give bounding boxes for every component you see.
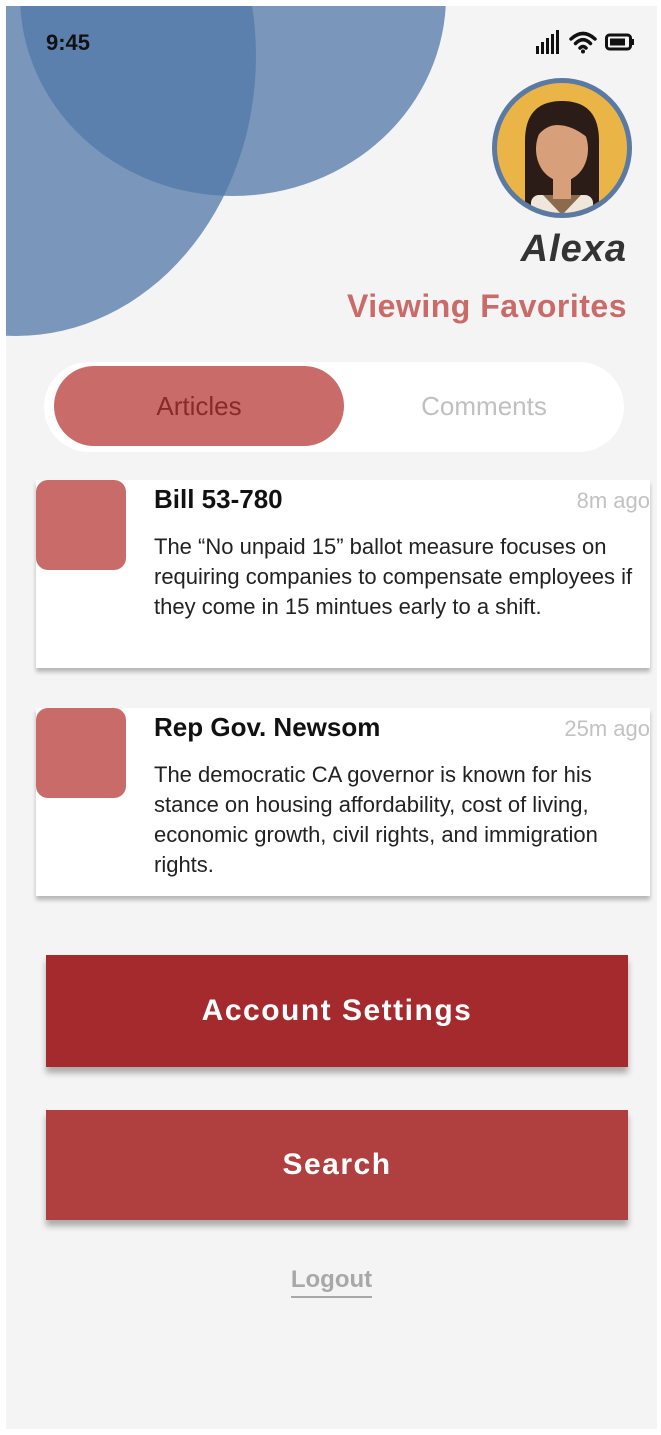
search-button[interactable]: Search bbox=[46, 1110, 628, 1220]
wifi-icon bbox=[569, 31, 597, 54]
content-toggle: Articles Comments bbox=[44, 362, 624, 452]
card-description: The “No unpaid 15” ballot measure focuse… bbox=[154, 534, 633, 619]
logout-link[interactable]: Logout bbox=[290, 1266, 373, 1298]
card-title: Rep Gov. Newsom bbox=[154, 712, 381, 742]
favorite-card[interactable]: Bill 53-780 8m ago The “No unpaid 15” ba… bbox=[36, 480, 650, 668]
logout-container: Logout bbox=[6, 1266, 657, 1298]
article-thumbnail bbox=[36, 708, 126, 798]
status-time: 9:45 bbox=[46, 30, 91, 55]
profile-screen: 9:45 Alexa Viewing Favorites Articles Co… bbox=[6, 6, 657, 1429]
user-avatar-icon bbox=[525, 101, 599, 213]
battery-icon bbox=[605, 33, 634, 51]
card-description: The democratic CA governor is known for … bbox=[154, 762, 598, 877]
username: Alexa bbox=[520, 228, 627, 270]
status-icons bbox=[535, 30, 635, 54]
card-timestamp: 25m ago bbox=[564, 716, 650, 741]
page-subtitle: Viewing Favorites bbox=[347, 288, 627, 324]
tab-articles[interactable]: Articles bbox=[54, 366, 344, 446]
tab-comments[interactable]: Comments bbox=[344, 366, 624, 446]
favorite-card[interactable]: Rep Gov. Newsom 25m ago The democratic C… bbox=[36, 708, 650, 896]
account-settings-button[interactable]: Account Settings bbox=[46, 955, 628, 1067]
signal-icon bbox=[536, 30, 559, 54]
card-title: Bill 53-780 bbox=[154, 484, 283, 514]
article-thumbnail bbox=[36, 480, 126, 570]
avatar[interactable] bbox=[492, 78, 632, 218]
card-timestamp: 8m ago bbox=[576, 488, 650, 513]
